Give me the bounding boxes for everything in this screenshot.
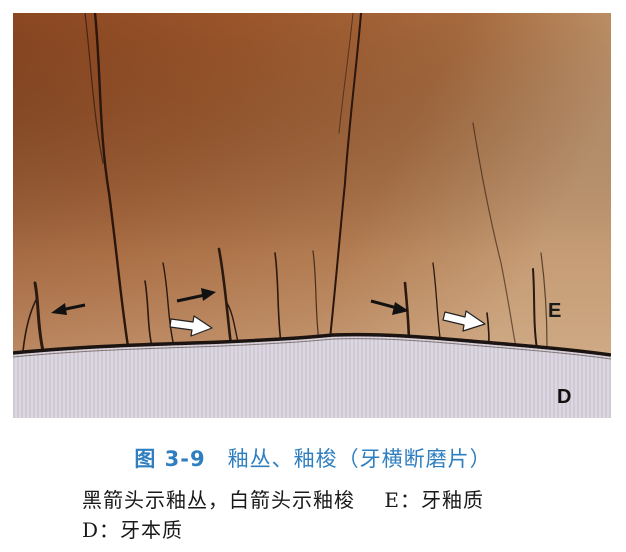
figure-number: 图 3-9 — [134, 447, 206, 471]
caption-note-line-2: D：牙本质 — [82, 518, 184, 542]
dentin-label: D — [557, 386, 572, 408]
micrograph-image — [13, 13, 611, 418]
figure-caption: 图 3-9 釉丛、釉梭（牙横断磨片） — [0, 443, 626, 473]
micrograph-figure: E D — [13, 13, 611, 418]
figure-title: 釉丛、釉梭（牙横断磨片） — [227, 447, 492, 471]
caption-note-line-1: 黑箭头示釉丛，白箭头示釉梭 E：牙釉质 — [82, 488, 485, 512]
enamel-label: E — [548, 300, 562, 322]
